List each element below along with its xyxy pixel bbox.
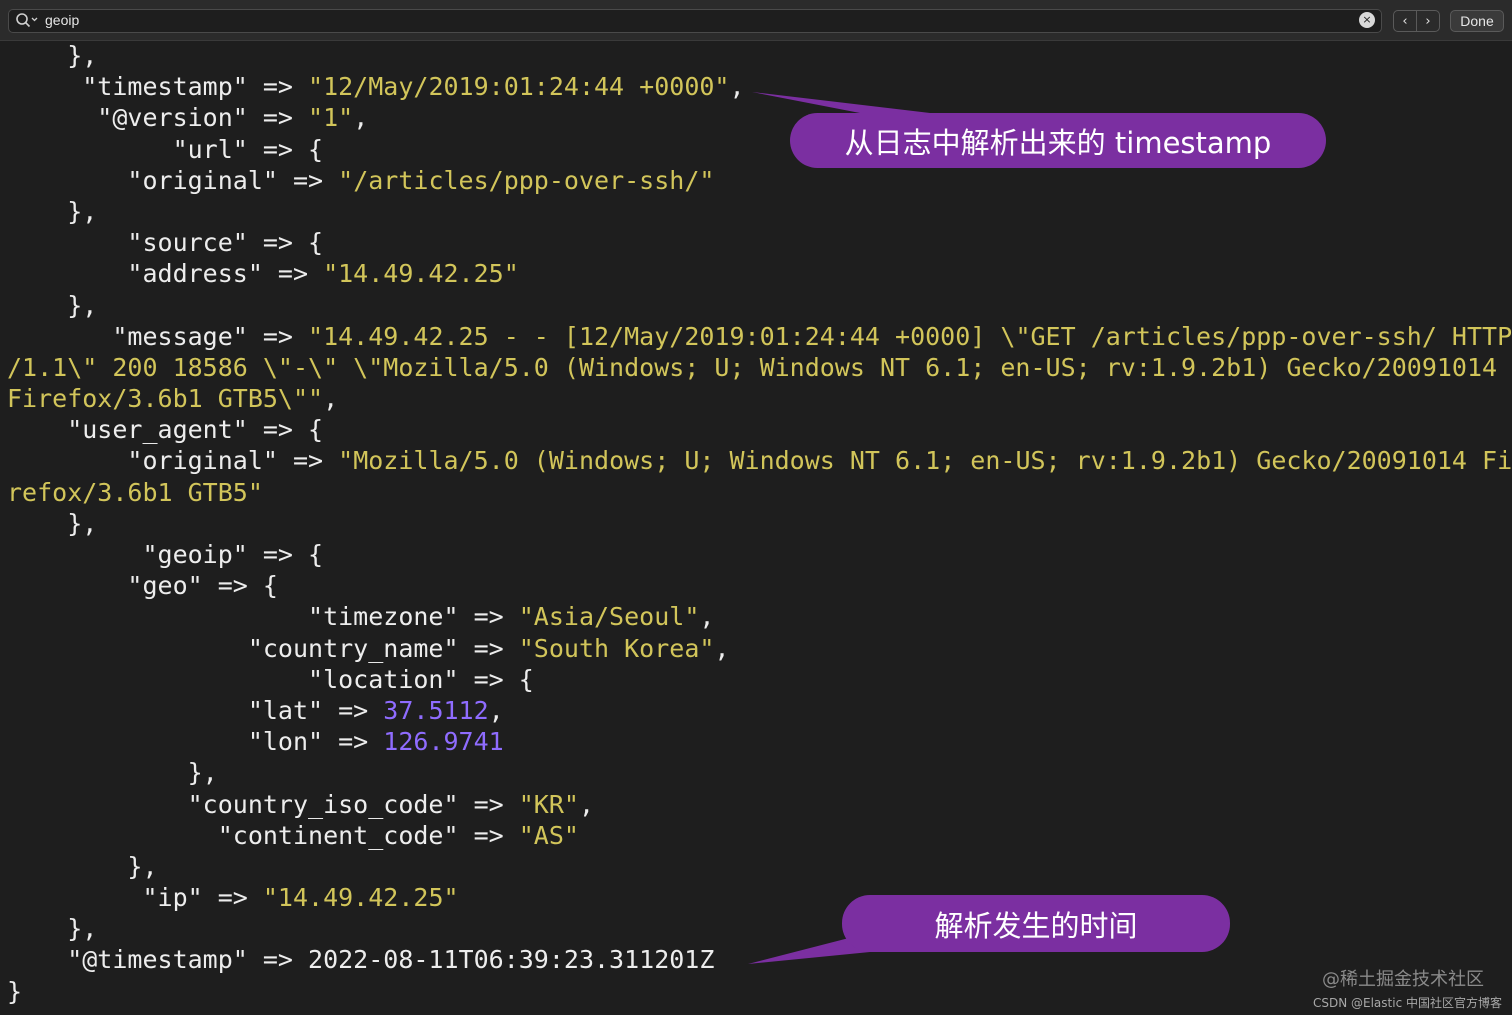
- watermark-csdn: CSDN @Elastic 中国社区官方博客: [1312, 996, 1502, 1010]
- callout-pointer-timestamp: [752, 92, 930, 113]
- annotation-parsed-timestamp: 从日志中解析出来的 timestamp: [790, 113, 1326, 168]
- annotation-event-time: 解析发生的时间: [842, 895, 1230, 952]
- watermark-juejin: @稀土掘金技术社区: [1322, 969, 1484, 990]
